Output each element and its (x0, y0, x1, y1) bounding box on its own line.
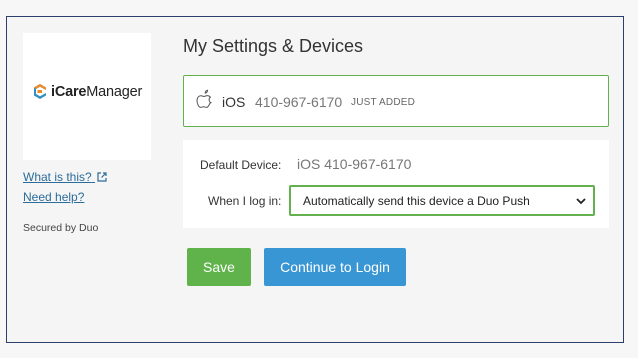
chevron-down-icon (576, 197, 586, 204)
device-os: iOS (222, 94, 246, 110)
login-action-label: When I log in: (208, 194, 282, 208)
device-phone: 410-967-6170 (255, 94, 343, 110)
secured-by-duo: Secured by Duo (23, 222, 99, 234)
what-is-this-label: What is this? (23, 170, 92, 184)
save-button[interactable]: Save (187, 248, 251, 286)
logo-container: iCareManager (23, 33, 151, 160)
brand-mark-icon (34, 84, 46, 99)
need-help-link[interactable]: Need help? (23, 190, 84, 204)
login-action-selected: Automatically send this device a Duo Pus… (303, 193, 530, 208)
brand-logo: iCareManager (33, 83, 142, 100)
default-device-value: iOS 410-967-6170 (297, 156, 412, 172)
external-link-icon (97, 172, 107, 182)
device-card[interactable]: iOS 410-967-6170 JUST ADDED (183, 75, 609, 127)
what-is-this-link[interactable]: What is this? (23, 170, 107, 184)
default-device-label: Default Device: (200, 158, 282, 172)
page-title: My Settings & Devices (183, 36, 364, 56)
apple-icon (196, 89, 213, 108)
login-action-select[interactable]: Automatically send this device a Duo Pus… (289, 185, 595, 216)
just-added-badge: JUST ADDED (351, 97, 416, 108)
settings-panel: Default Device: iOS 410-967-6170 When I … (183, 140, 609, 228)
brand-name: iCareManager (51, 83, 143, 100)
continue-to-login-button[interactable]: Continue to Login (264, 248, 406, 286)
